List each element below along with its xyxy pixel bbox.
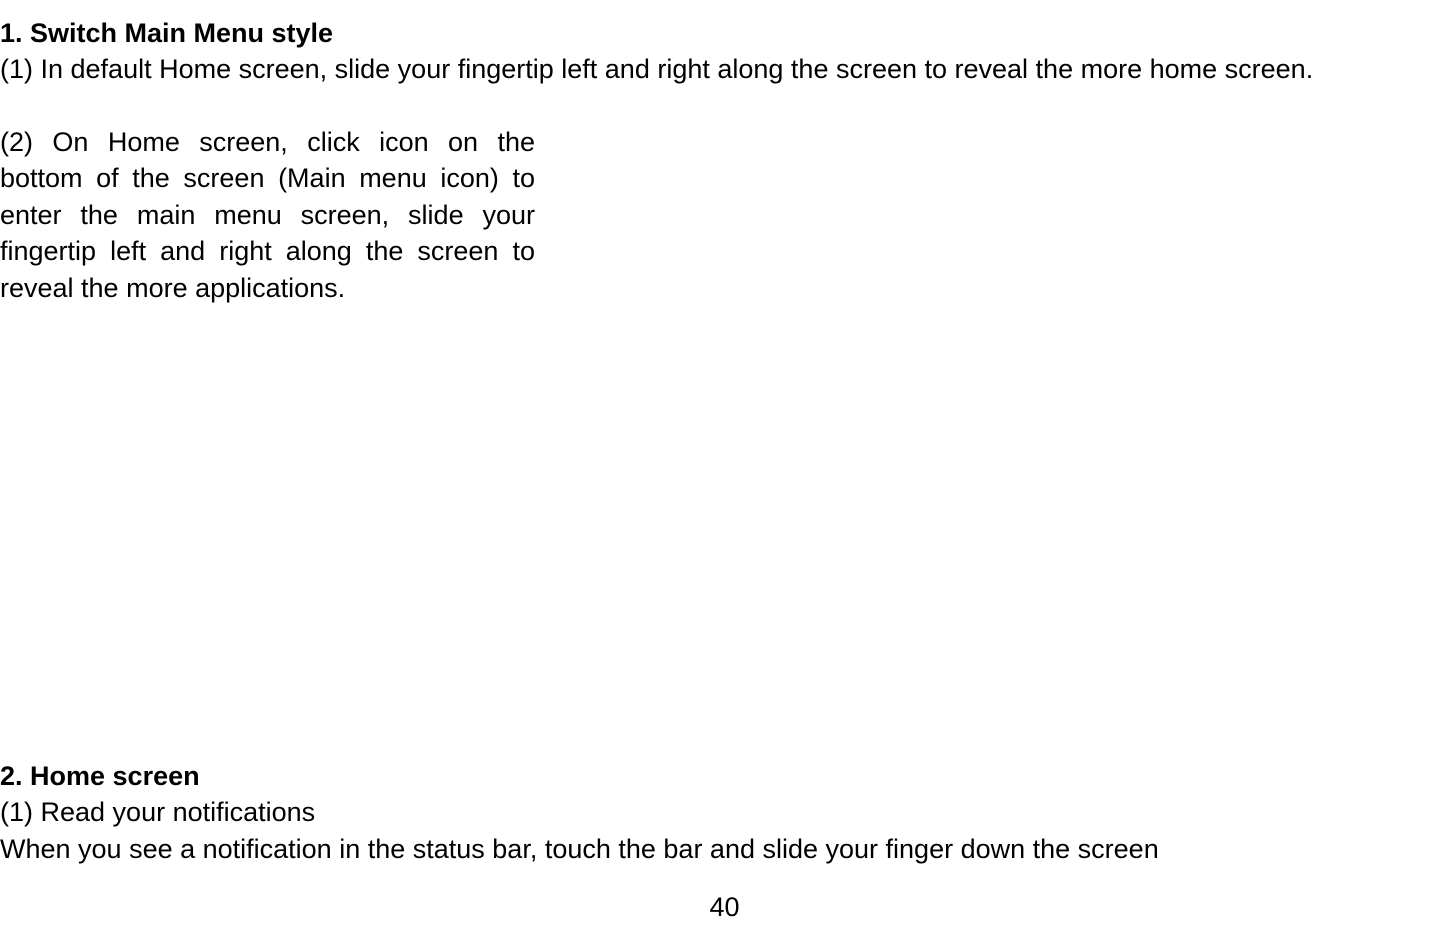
section1-para2-line5: reveal the more applications. <box>0 270 535 306</box>
section1-para1: (1) In default Home screen, slide your f… <box>0 51 1449 87</box>
section2-para1: (1) Read your notifications <box>0 794 1449 830</box>
section1-para2-line3: enter the main menu screen, slide your <box>0 197 535 233</box>
section1-para2-line1: (2) On Home screen, click icon on the <box>0 124 535 160</box>
section1-para2-line2: bottom of the screen (Main menu icon) to <box>0 160 535 196</box>
section-heading-2: 2. Home screen <box>0 758 1449 794</box>
section-heading-1: 1. Switch Main Menu style <box>0 15 1449 51</box>
page-number: 40 <box>0 889 1449 925</box>
section2-para2: When you see a notification in the statu… <box>0 831 1449 867</box>
section1-para2-line4: fingertip left and right along the scree… <box>0 233 535 269</box>
